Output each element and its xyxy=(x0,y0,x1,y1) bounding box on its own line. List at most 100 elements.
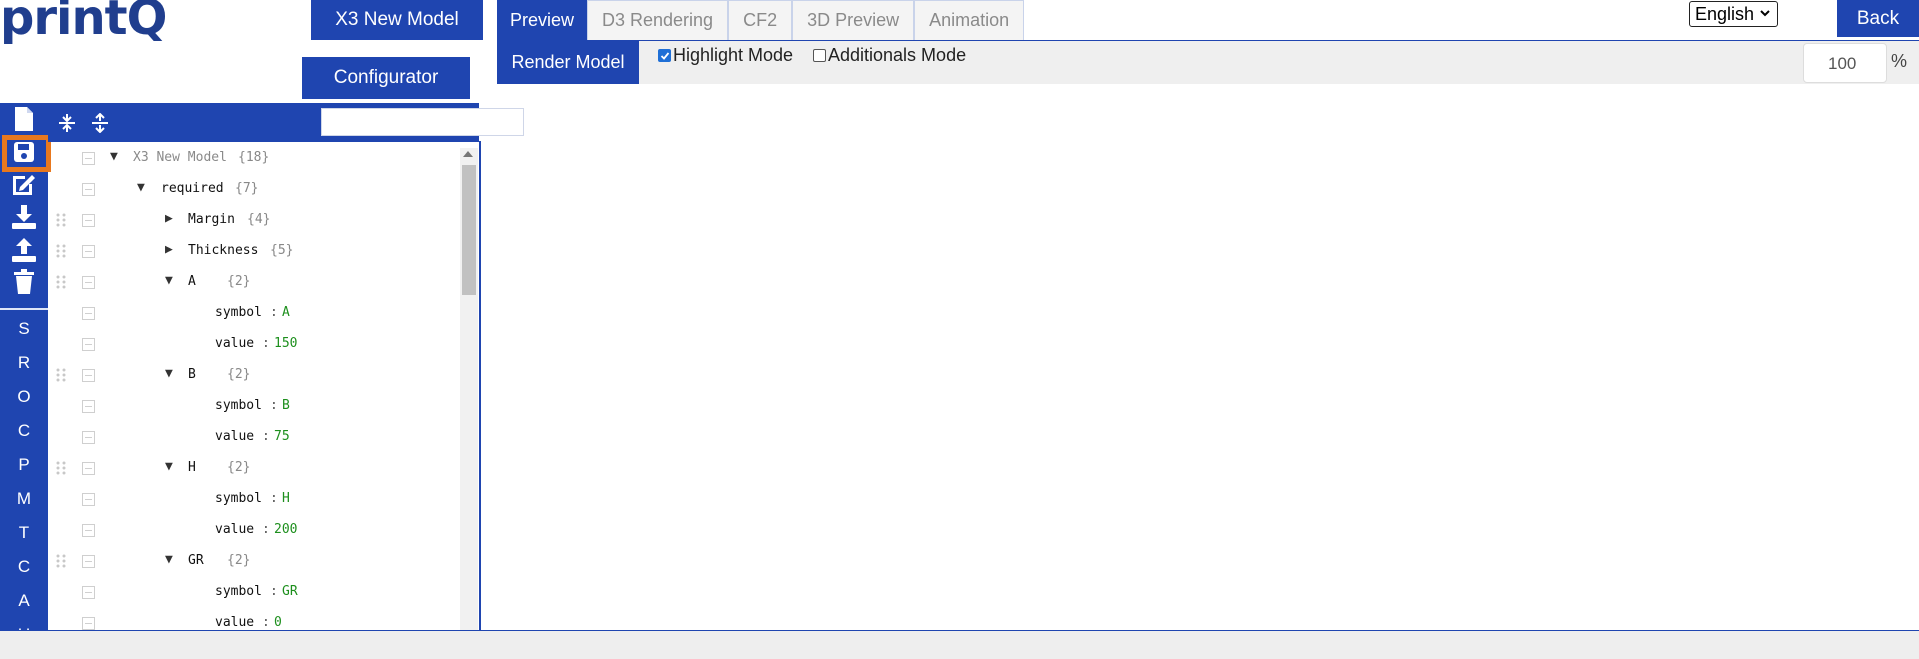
language-select[interactable]: English xyxy=(1689,1,1778,27)
download-icon[interactable] xyxy=(10,203,38,231)
tree-row-gr[interactable]: ▼ GR {2} xyxy=(48,545,460,576)
collapsed-toggle-icon[interactable]: ▶ xyxy=(165,211,173,226)
tree-search-input[interactable] xyxy=(321,108,524,136)
tree-row-a[interactable]: ▼ A {2} xyxy=(48,266,460,297)
tab-d3-rendering[interactable]: D3 Rendering xyxy=(587,0,729,40)
tree-row-b-symbol[interactable]: symbol : B xyxy=(48,390,460,421)
tree-row-root[interactable]: ▼ X3 New Model {18} xyxy=(48,142,460,173)
tree-value[interactable]: H xyxy=(282,491,290,506)
row-checkbox[interactable] xyxy=(82,276,95,289)
expanded-toggle-icon[interactable]: ▼ xyxy=(165,366,173,381)
expanded-toggle-icon[interactable]: ▼ xyxy=(165,273,173,288)
rail-letter-p[interactable]: P xyxy=(0,455,48,475)
expanded-toggle-icon[interactable]: ▼ xyxy=(110,149,118,164)
rail-letter-s[interactable]: S xyxy=(0,319,48,339)
row-checkbox[interactable] xyxy=(82,214,95,227)
row-checkbox[interactable] xyxy=(82,245,95,258)
row-checkbox[interactable] xyxy=(82,369,95,382)
expanded-toggle-icon[interactable]: ▼ xyxy=(137,180,145,195)
row-checkbox[interactable] xyxy=(82,307,95,320)
tab-3d-preview[interactable]: 3D Preview xyxy=(792,0,915,40)
tree-value[interactable]: 0 xyxy=(274,615,282,630)
render-model-button[interactable]: Render Model xyxy=(497,41,639,84)
new-file-icon[interactable] xyxy=(10,105,38,133)
row-checkbox[interactable] xyxy=(82,183,95,196)
highlight-mode-checkbox[interactable]: Highlight Mode xyxy=(658,45,793,66)
tree-key: H xyxy=(188,460,196,475)
row-checkbox[interactable] xyxy=(82,555,95,568)
expanded-toggle-icon[interactable]: ▼ xyxy=(165,459,173,474)
scroll-up-arrow-icon[interactable] xyxy=(463,150,473,159)
tree-row-a-value[interactable]: value : 150 xyxy=(48,328,460,359)
tree-value[interactable]: GR xyxy=(282,584,298,599)
tree-value[interactable]: A xyxy=(282,305,290,320)
drag-handle-icon[interactable] xyxy=(56,554,66,572)
rail-letter-o[interactable]: O xyxy=(0,387,48,407)
tree-row-gr-value[interactable]: value : 0 xyxy=(48,607,460,630)
drag-handle-icon[interactable] xyxy=(56,368,66,386)
zoom-input[interactable]: 100 xyxy=(1803,43,1887,83)
panel-divider[interactable] xyxy=(479,141,481,630)
rail-letter-c[interactable]: C xyxy=(0,421,48,441)
tree-row-a-symbol[interactable]: symbol : A xyxy=(48,297,460,328)
tree-row-b[interactable]: ▼ B {2} xyxy=(48,359,460,390)
expanded-toggle-icon[interactable]: ▼ xyxy=(165,552,173,567)
tree-row-h[interactable]: ▼ H {2} xyxy=(48,452,460,483)
save-highlight-frame xyxy=(2,135,51,172)
tab-preview[interactable]: Preview xyxy=(497,0,587,40)
rail-letter-a[interactable]: A xyxy=(0,591,48,611)
tree-key: symbol xyxy=(215,398,262,413)
tree-key: GR xyxy=(188,553,204,568)
rail-letter-c2[interactable]: C xyxy=(0,557,48,577)
row-checkbox[interactable] xyxy=(82,431,95,444)
row-checkbox[interactable] xyxy=(82,586,95,599)
tab-animation[interactable]: Animation xyxy=(914,0,1025,40)
tree-key: X3 New Model xyxy=(133,150,227,165)
row-checkbox[interactable] xyxy=(82,524,95,537)
collapsed-toggle-icon[interactable]: ▶ xyxy=(165,242,173,257)
row-checkbox[interactable] xyxy=(82,400,95,413)
tree-value[interactable]: 75 xyxy=(274,429,290,444)
upload-icon[interactable] xyxy=(10,236,38,264)
rail-letter-m[interactable]: M xyxy=(0,489,48,509)
row-checkbox[interactable] xyxy=(82,493,95,506)
drag-handle-icon[interactable] xyxy=(56,461,66,479)
drag-handle-icon[interactable] xyxy=(56,275,66,293)
additionals-mode-checkbox[interactable]: Additionals Mode xyxy=(813,45,966,66)
row-checkbox[interactable] xyxy=(82,617,95,630)
rail-divider xyxy=(0,308,48,310)
tree-value[interactable]: 150 xyxy=(274,336,297,351)
tree-count: {4} xyxy=(247,212,271,227)
tree-key: value xyxy=(215,522,255,537)
back-button[interactable]: Back xyxy=(1837,0,1919,37)
tree-row-h-symbol[interactable]: symbol : H xyxy=(48,483,460,514)
trash-icon[interactable] xyxy=(10,268,38,296)
tree-separator: : xyxy=(270,584,278,599)
tree-row-h-value[interactable]: value : 200 xyxy=(48,514,460,545)
tree-value[interactable]: B xyxy=(282,398,290,413)
language-selected-value: English xyxy=(1695,4,1755,24)
row-checkbox[interactable] xyxy=(82,338,95,351)
edit-icon[interactable] xyxy=(10,170,38,198)
tree-row-margin[interactable]: ▶ Margin {4} xyxy=(48,204,460,235)
row-checkbox[interactable] xyxy=(82,152,95,165)
drag-handle-icon[interactable] xyxy=(56,213,66,231)
tree-row-required[interactable]: ▼ required {7} xyxy=(48,173,460,204)
tree-row-b-value[interactable]: value : 75 xyxy=(48,421,460,452)
tab-cf2[interactable]: CF2 xyxy=(728,0,793,40)
tree-separator: : xyxy=(270,398,278,413)
drag-handle-icon[interactable] xyxy=(56,244,66,262)
tree-scrollbar-thumb[interactable] xyxy=(462,165,476,295)
collapse-all-icon[interactable] xyxy=(58,113,76,138)
configurator-button[interactable]: Configurator xyxy=(302,57,470,99)
tree-value[interactable]: 200 xyxy=(274,522,297,537)
tree-separator: : xyxy=(270,305,278,320)
expand-all-icon[interactable] xyxy=(91,112,109,138)
rail-letter-r[interactable]: R xyxy=(0,353,48,373)
rail-letter-t[interactable]: T xyxy=(0,523,48,543)
status-bar xyxy=(0,631,1919,659)
tree-row-gr-symbol[interactable]: symbol : GR xyxy=(48,576,460,607)
model-name-button[interactable]: X3 New Model xyxy=(311,0,483,40)
row-checkbox[interactable] xyxy=(82,462,95,475)
tree-row-thickness[interactable]: ▶ Thickness {5} xyxy=(48,235,460,266)
